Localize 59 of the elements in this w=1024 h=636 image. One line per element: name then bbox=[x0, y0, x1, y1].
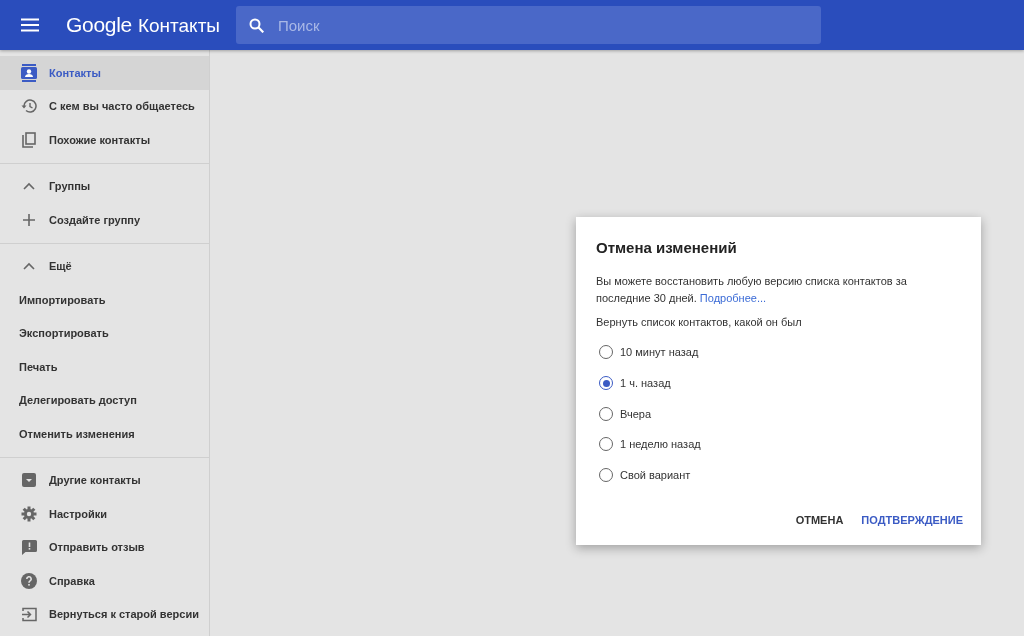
history-icon bbox=[21, 99, 37, 114]
feedback-icon bbox=[21, 539, 37, 555]
dialog-description: Вы можете восстановить любую версию списка контактов за последние 30 дней. Подробнее... bbox=[596, 274, 908, 306]
sidebar-item-label: Печать bbox=[19, 360, 58, 373]
search-field[interactable]: Поиск bbox=[236, 6, 821, 44]
sidebar-item[interactable]: Делегировать доступ bbox=[0, 383, 209, 417]
copy-icon bbox=[22, 131, 36, 148]
sidebar-item[interactable]: Вернуться к старой версии bbox=[0, 597, 209, 631]
settings-icon bbox=[21, 505, 37, 522]
sidebar-item[interactable]: Отменить изменения bbox=[0, 417, 209, 451]
sidebar-item[interactable]: Справка bbox=[0, 564, 209, 598]
radio-label[interactable]: 1 ч. назад bbox=[620, 377, 671, 390]
sidebar-item-label: Импортировать bbox=[19, 293, 106, 306]
sidebar-item[interactable]: Печать bbox=[0, 350, 209, 384]
radio-label[interactable]: Свой вариант bbox=[620, 469, 691, 482]
logo-product: Контакты bbox=[137, 15, 220, 37]
sidebar-item-label: Отправить отзыв bbox=[49, 541, 145, 554]
confirm-button[interactable]: ПОДТВЕРЖДЕНИЕ bbox=[855, 506, 969, 535]
help-icon bbox=[21, 572, 37, 589]
sidebar-item[interactable]: Отправить отзыв bbox=[0, 530, 209, 564]
sidebar-item[interactable]: Настройки bbox=[0, 497, 209, 531]
radio-label[interactable]: 10 минут назад bbox=[620, 346, 699, 359]
cancel-button[interactable]: ОТМЕНА bbox=[789, 506, 850, 535]
radio-label[interactable]: 1 неделю назад bbox=[620, 438, 701, 451]
plus-icon bbox=[23, 213, 35, 226]
sidebar-item-label: Похожие контакты bbox=[49, 133, 151, 146]
sidebar-item-label: Группы bbox=[49, 180, 91, 193]
sidebar-item-label: Контакты bbox=[49, 66, 101, 79]
dialog-title: Отмена изменений bbox=[596, 239, 738, 256]
sidebar-item[interactable]: Контакты bbox=[0, 56, 209, 90]
sidebar-item-label: С кем вы часто общаетесь bbox=[49, 100, 195, 113]
sidebar-item-label: Создайте группу bbox=[49, 213, 141, 226]
sidebar-item[interactable]: Похожие контакты bbox=[0, 123, 209, 157]
learn-more-link[interactable]: Подробнее... bbox=[699, 292, 767, 304]
exit-icon bbox=[21, 606, 37, 622]
sidebar-item[interactable]: Ещё bbox=[0, 249, 209, 283]
sidebar-item[interactable]: Экспортировать bbox=[0, 316, 209, 350]
sidebar-item-label: Отменить изменения bbox=[19, 427, 135, 440]
menu-icon[interactable] bbox=[21, 18, 39, 32]
sidebar-item-label: Делегировать доступ bbox=[19, 394, 137, 407]
caret-up-icon bbox=[23, 262, 35, 271]
sidebar-item-label: Справка bbox=[49, 574, 95, 587]
sidebar-item-label: Экспортировать bbox=[19, 327, 109, 340]
sidebar-item-label: Ещё bbox=[49, 260, 72, 273]
sidebar-item-label: Настройки bbox=[49, 507, 108, 520]
sidebar-item[interactable]: Создайте группу bbox=[0, 203, 209, 237]
sidebar-item[interactable]: С кем вы часто общаетесь bbox=[0, 89, 209, 123]
dialog-prompt: Вернуть список контактов, какой он был bbox=[596, 316, 803, 328]
caret-up-icon bbox=[23, 182, 35, 191]
search-icon bbox=[249, 18, 264, 33]
radio-label[interactable]: Вчера bbox=[620, 407, 652, 420]
archive-icon bbox=[22, 473, 36, 488]
contacts-icon bbox=[21, 63, 37, 82]
sidebar-item[interactable]: Другие контакты bbox=[0, 463, 209, 497]
logo-brand: Google bbox=[66, 13, 132, 37]
sidebar-item[interactable]: Группы bbox=[0, 169, 209, 203]
sidebar-item-label: Вернуться к старой версии bbox=[49, 608, 199, 621]
sidebar-item[interactable]: Импортировать bbox=[0, 283, 209, 317]
sidebar-item-label: Другие контакты bbox=[49, 474, 141, 487]
